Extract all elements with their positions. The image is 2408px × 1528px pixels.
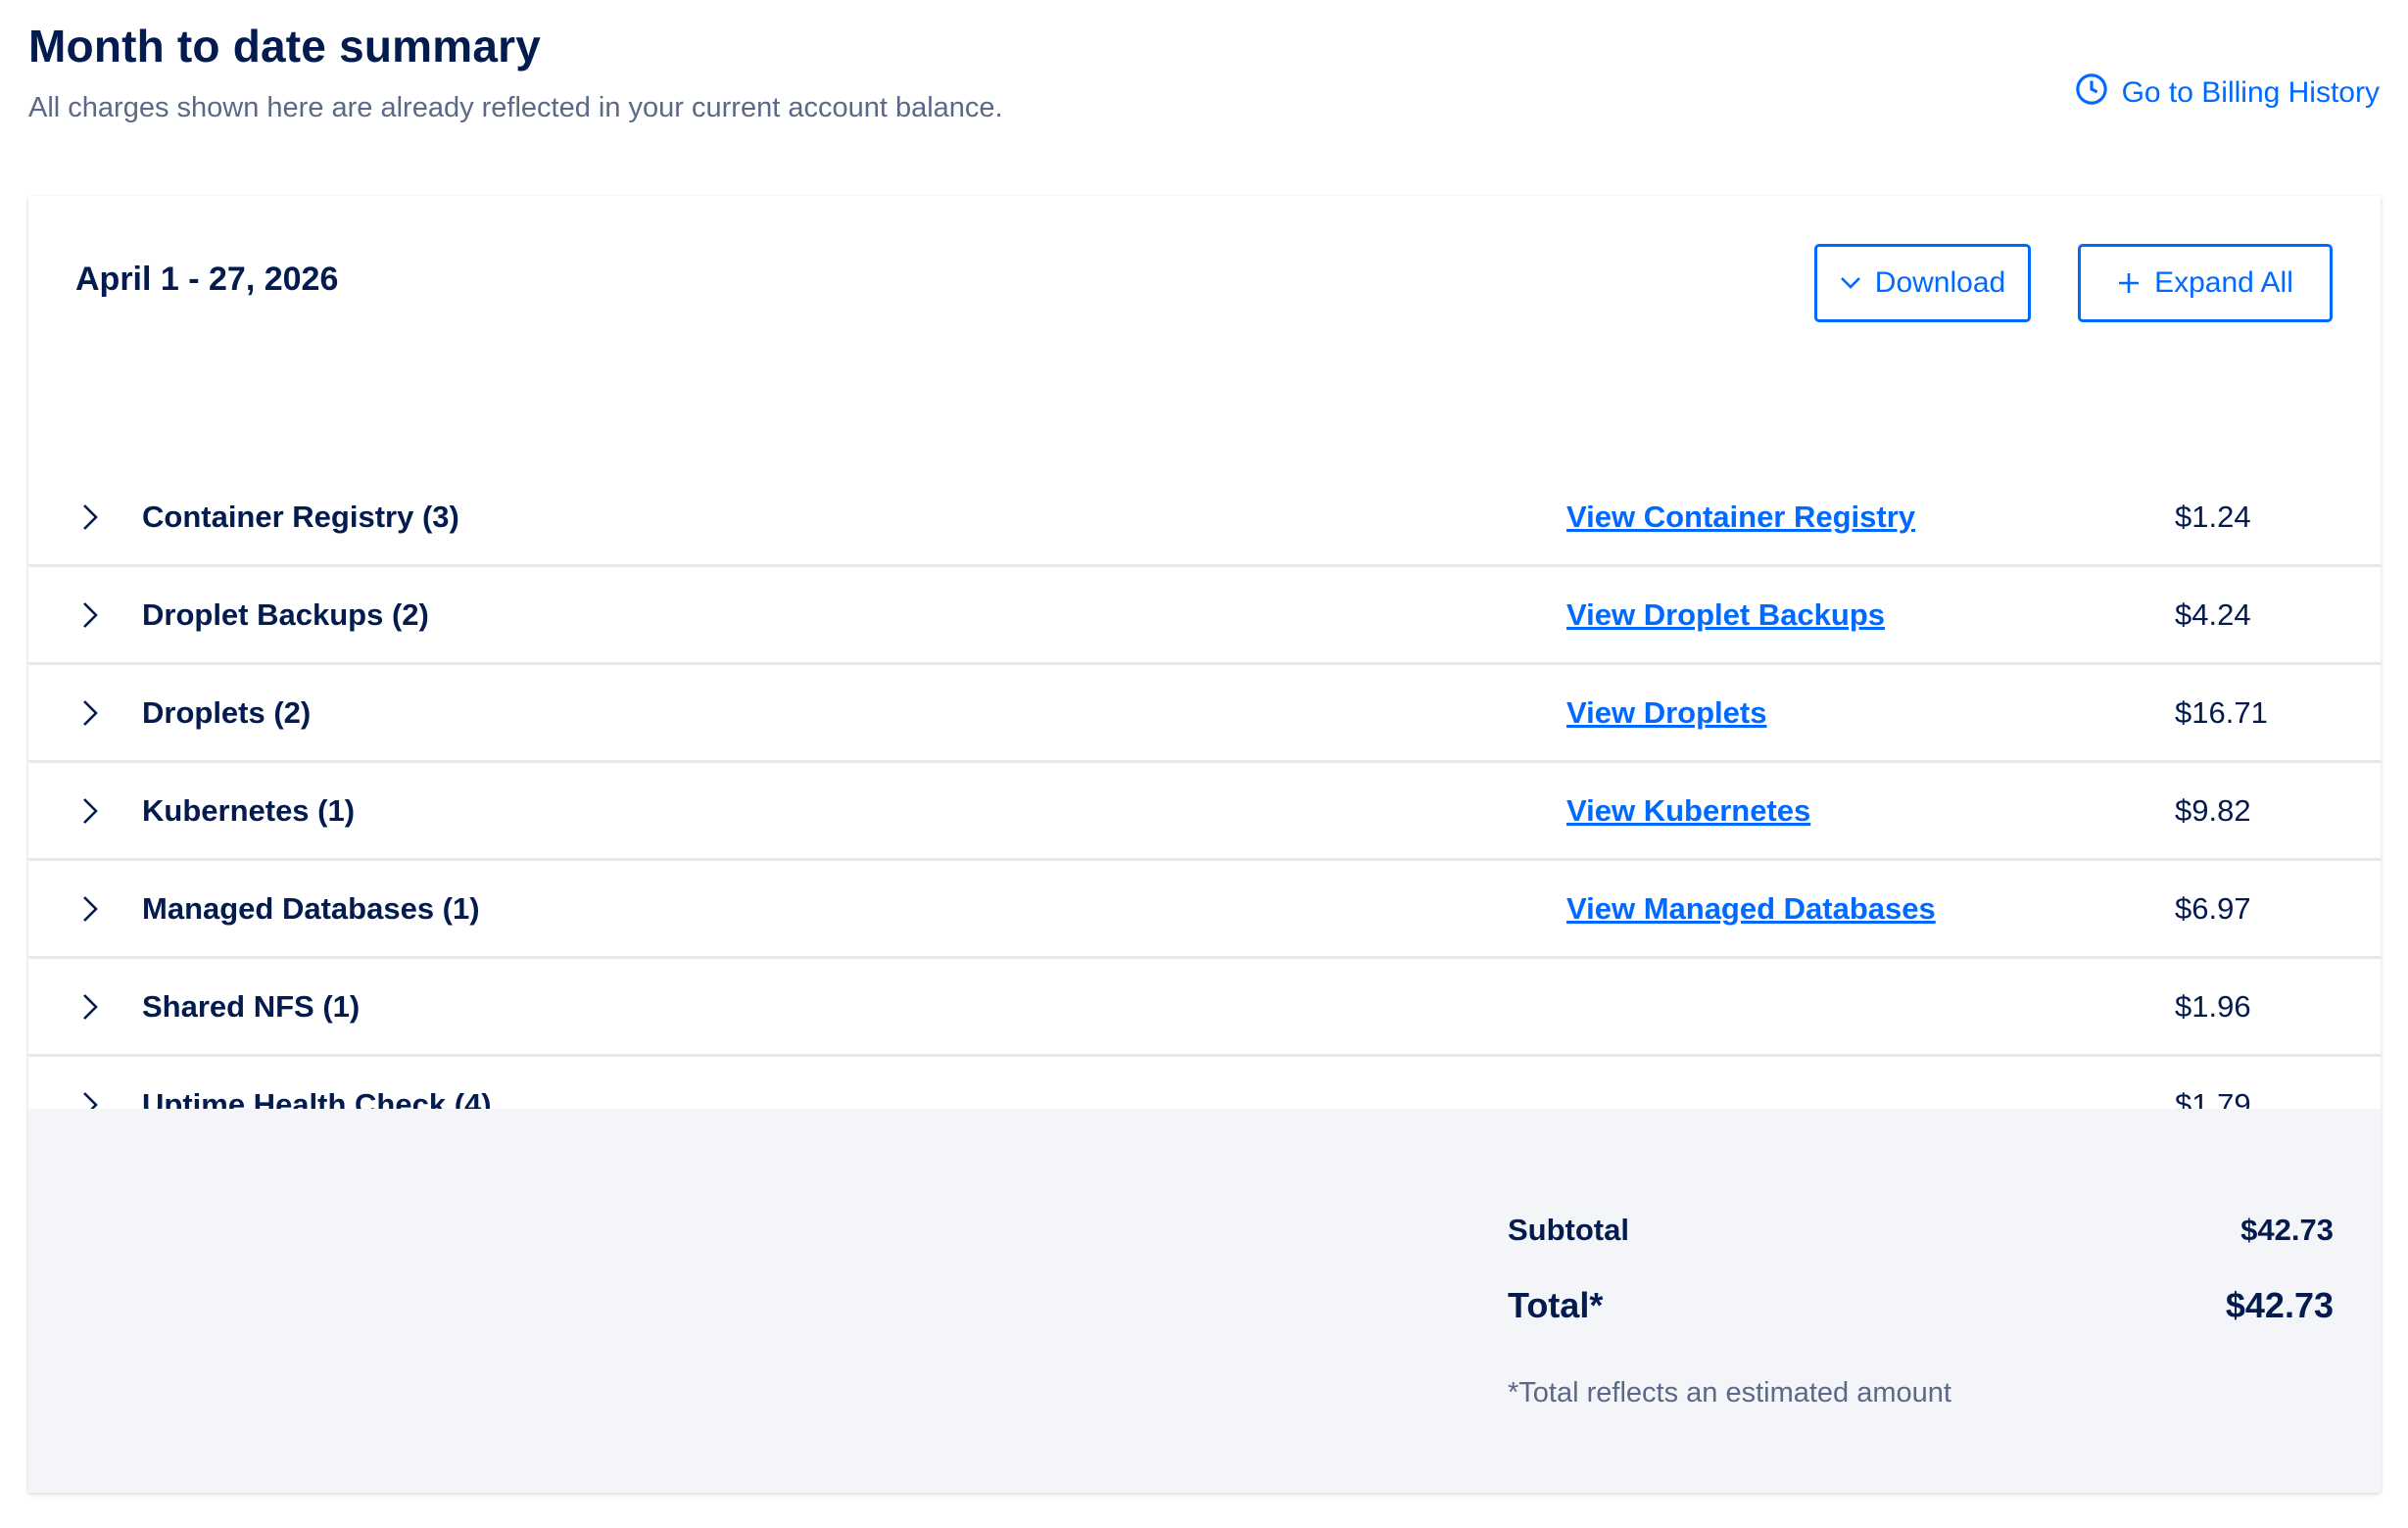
chevron-right-icon[interactable] bbox=[77, 992, 103, 1022]
plus-icon bbox=[2117, 271, 2141, 295]
chevron-right-icon[interactable] bbox=[77, 796, 103, 826]
charge-row[interactable]: Managed Databases (1) View Managed Databa… bbox=[28, 861, 2381, 959]
subtotal-value: $42.73 bbox=[2240, 1213, 2334, 1247]
expand-all-button[interactable]: Expand All bbox=[2078, 244, 2333, 322]
chevron-right-icon[interactable] bbox=[77, 698, 103, 728]
total-label: Total* bbox=[1508, 1285, 1604, 1325]
clock-icon bbox=[2075, 72, 2108, 114]
total-footnote: *Total reflects an estimated amount bbox=[1508, 1377, 1951, 1409]
charge-amount: $16.71 bbox=[2175, 694, 2268, 730]
view-resource-link[interactable]: View Managed Databases bbox=[1566, 891, 1936, 927]
view-resource-link[interactable]: View Droplet Backups bbox=[1566, 597, 1885, 633]
charge-amount: $9.82 bbox=[2175, 792, 2251, 828]
expand-all-label: Expand All bbox=[2154, 266, 2293, 299]
billing-period: April 1 - 27, 2026 bbox=[75, 261, 339, 298]
charge-row[interactable]: Shared NFS (1) $1.96 bbox=[28, 959, 2381, 1057]
charge-row[interactable]: Droplets (2) View Droplets $16.71 bbox=[28, 665, 2381, 763]
billing-history-label: Go to Billing History bbox=[2121, 76, 2380, 109]
total-value: $42.73 bbox=[2225, 1285, 2334, 1325]
chevron-right-icon[interactable] bbox=[77, 894, 103, 924]
view-resource-link[interactable]: View Droplets bbox=[1566, 695, 1766, 731]
charge-amount: $1.24 bbox=[2175, 499, 2251, 534]
subtotal-label: Subtotal bbox=[1508, 1213, 1629, 1247]
charge-name: Kubernetes (1) bbox=[142, 792, 356, 828]
view-resource-link[interactable]: View Kubernetes bbox=[1566, 793, 1810, 829]
charge-name: Droplet Backups (2) bbox=[142, 597, 429, 632]
chevron-right-icon[interactable] bbox=[77, 600, 103, 630]
charge-amount: $6.97 bbox=[2175, 890, 2251, 926]
charge-name: Shared NFS (1) bbox=[142, 988, 361, 1024]
charge-name: Droplets (2) bbox=[142, 694, 312, 730]
charge-amount: $4.24 bbox=[2175, 597, 2251, 632]
view-resource-link[interactable]: View Container Registry bbox=[1566, 500, 1915, 535]
billing-history-link[interactable]: Go to Billing History bbox=[2075, 72, 2380, 114]
charge-name: Managed Databases (1) bbox=[142, 890, 480, 926]
charge-amount: $1.96 bbox=[2175, 988, 2251, 1024]
download-label: Download bbox=[1874, 266, 2006, 299]
summary-card: April 1 - 27, 2026 Download Expand All C… bbox=[28, 196, 2381, 1493]
charge-row[interactable]: Container Registry (3) View Container Reg… bbox=[28, 469, 2381, 567]
chevron-right-icon[interactable] bbox=[77, 502, 103, 532]
page-title: Month to date summary bbox=[28, 21, 542, 72]
chevron-down-icon bbox=[1840, 276, 1861, 290]
totals-panel: Subtotal $42.73 Total* $42.73 *Total ref… bbox=[28, 1109, 2381, 1493]
charge-name: Container Registry (3) bbox=[142, 499, 459, 534]
page-subtitle: All charges shown here are already refle… bbox=[28, 92, 1003, 123]
charge-row[interactable]: Kubernetes (1) View Kubernetes $9.82 bbox=[28, 763, 2381, 861]
download-button[interactable]: Download bbox=[1814, 244, 2031, 322]
charge-row[interactable]: Droplet Backups (2) View Droplet Backups $… bbox=[28, 567, 2381, 665]
